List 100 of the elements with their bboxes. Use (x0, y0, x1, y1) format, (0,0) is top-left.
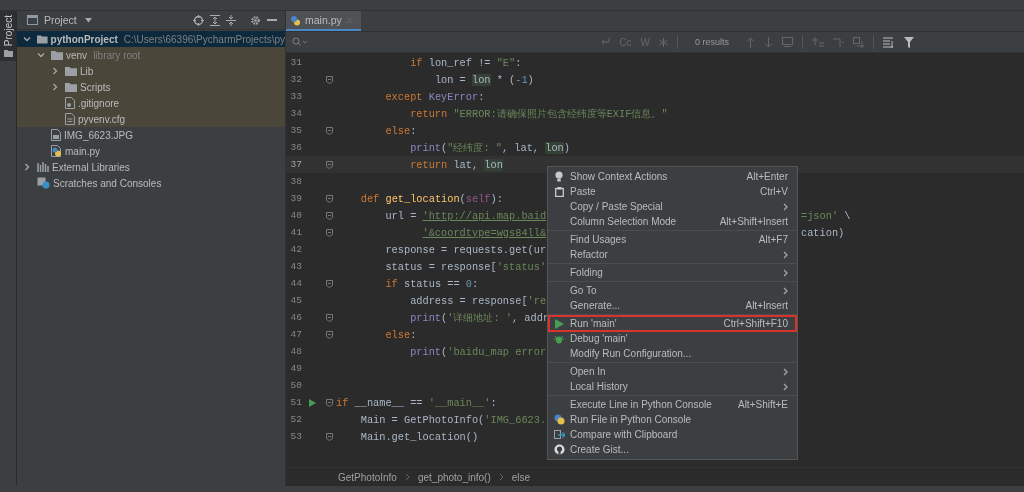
fold-icon[interactable] (326, 75, 333, 84)
arrow-up-icon[interactable] (746, 36, 755, 48)
menu-item[interactable]: Paste Ctrl+V (548, 184, 797, 199)
line-number: 42 (289, 244, 302, 255)
code-line: if status == 0: (384, 277, 479, 290)
tree-item[interactable]: .gitignore (17, 95, 285, 111)
tree-item-label: main.py (65, 145, 100, 157)
menu-item[interactable]: Create Gist... (548, 442, 797, 457)
arrow-down-icon[interactable] (764, 36, 773, 48)
crosshair-icon[interactable] (193, 14, 204, 26)
breadcrumb-item[interactable]: GetPhotoInfo (338, 471, 397, 483)
python-file-icon (290, 14, 301, 26)
menu-item[interactable]: Find Usages Alt+F7 (548, 232, 797, 247)
tree-item[interactable]: main.py (17, 143, 285, 159)
tree-item-label: pyvenv.cfg (78, 113, 126, 125)
line-number: 52 (289, 414, 302, 425)
tree-item-label: venv (66, 49, 88, 61)
shortcut-label: Alt+Shift+Insert (719, 216, 788, 227)
tree-item[interactable]: venv library root (17, 47, 285, 63)
menu-item[interactable]: Compare with Clipboard (548, 427, 797, 442)
document-icon (65, 97, 75, 109)
menu-item[interactable]: Go To (548, 283, 797, 298)
fold-icon[interactable] (326, 160, 333, 169)
tree-item[interactable]: Scratches and Consoles (17, 175, 285, 191)
tree-item[interactable]: Lib (17, 63, 285, 79)
folder-icon (65, 66, 77, 76)
collapse-all-icon[interactable] (226, 14, 236, 26)
code-line: print('详细地址: ', addr (409, 310, 550, 325)
image-file-icon (51, 129, 61, 141)
fold-icon[interactable] (326, 313, 333, 322)
fold-icon[interactable] (326, 194, 333, 203)
line-number: 46 (289, 312, 302, 323)
expand-all-icon[interactable] (210, 14, 220, 26)
chevron-right-icon (498, 473, 504, 481)
tree-item[interactable]: External Libraries (17, 159, 285, 175)
run-icon[interactable] (309, 398, 316, 407)
breadcrumb-item[interactable]: get_photo_info() (417, 471, 491, 483)
menu-item[interactable]: Run 'main' Ctrl+Shift+F10 (548, 316, 797, 331)
tree-item-label: pythonProject (50, 33, 118, 45)
menu-item[interactable]: Run File in Python Console (548, 412, 797, 427)
menu-item[interactable]: Copy / Paste Special (548, 199, 797, 214)
line-number: 51 (289, 397, 302, 408)
library-icon (37, 162, 49, 172)
line-number: 35 (289, 125, 302, 136)
fold-icon[interactable] (326, 398, 333, 407)
menu-item[interactable]: Execute Line in Python Console Alt+Shift+E (548, 397, 797, 412)
code-line: print('baidu_map error (409, 345, 547, 358)
menu-item[interactable]: Folding (548, 265, 797, 280)
code-line: else: (384, 124, 417, 137)
filter-lines-icon[interactable] (883, 36, 895, 48)
shortcut-label: Ctrl+V (759, 186, 788, 197)
line-number: 40 (289, 210, 302, 221)
tree-item[interactable]: Scripts (17, 79, 285, 95)
fold-icon[interactable] (326, 330, 333, 339)
code-line: address = response['re (409, 294, 547, 307)
settings-icon[interactable] (250, 14, 261, 26)
fold-icon[interactable] (326, 228, 333, 237)
code-line: response = requests.get(ur (384, 243, 547, 256)
line-number: 49 (289, 363, 302, 374)
select-all-icon[interactable] (782, 37, 793, 47)
filter-icon[interactable] (904, 36, 914, 48)
line-number: 47 (289, 329, 302, 340)
document-icon (65, 113, 75, 125)
fold-icon[interactable] (326, 211, 333, 220)
select-occurrences-icon[interactable] (853, 36, 864, 48)
menu-item[interactable]: Open In (548, 364, 797, 379)
search-results-count: 0 results (695, 37, 729, 47)
search-icon[interactable] (292, 37, 307, 47)
code-line: print("经纬度: ", lat, lon) (409, 140, 570, 155)
menu-item[interactable]: Modify Run Configuration... (548, 346, 797, 361)
wrap-icon[interactable] (599, 37, 611, 47)
fold-icon[interactable] (326, 432, 333, 441)
fold-icon[interactable] (326, 279, 333, 288)
shortcut-label: Alt+Enter (746, 171, 788, 182)
chevron-right-icon[interactable] (23, 163, 31, 171)
tree-item[interactable]: IMG_6623.JPG (17, 127, 285, 143)
menu-item[interactable]: Local History (548, 379, 797, 394)
menu-item[interactable]: Generate... Alt+Insert (548, 298, 797, 313)
caret-icon[interactable] (84, 17, 92, 23)
tree-item-label: Scripts (80, 81, 111, 93)
fold-icon[interactable] (326, 126, 333, 135)
python-file-icon (51, 145, 62, 157)
menu-item[interactable]: Debug 'main' (548, 331, 797, 346)
line-number: 36 (289, 142, 302, 153)
line-number: 31 (289, 57, 302, 68)
menu-item[interactable]: Show Context Actions Alt+Enter (548, 169, 797, 184)
breadcrumb-item[interactable]: else (511, 471, 531, 483)
line-number: 44 (289, 278, 302, 289)
tree-item[interactable]: pythonProject C:\Users\66396\PycharmProjects\py (17, 31, 285, 47)
tree-item-label: .gitignore (78, 97, 120, 109)
line-number: 34 (289, 108, 302, 119)
editor-tab[interactable]: main.py (286, 11, 361, 31)
panel-title[interactable]: Project (44, 14, 77, 26)
code-line: else: (384, 328, 417, 341)
asterisk-icon[interactable] (659, 37, 668, 47)
menu-item[interactable]: Refactor (548, 247, 797, 262)
tree-item[interactable]: pyvenv.cfg (17, 111, 285, 127)
project-tool-button[interactable]: Project (0, 11, 16, 62)
code-line: Main.get_location() (359, 430, 479, 443)
menu-item[interactable]: Column Selection Mode Alt+Shift+Insert (548, 214, 797, 229)
